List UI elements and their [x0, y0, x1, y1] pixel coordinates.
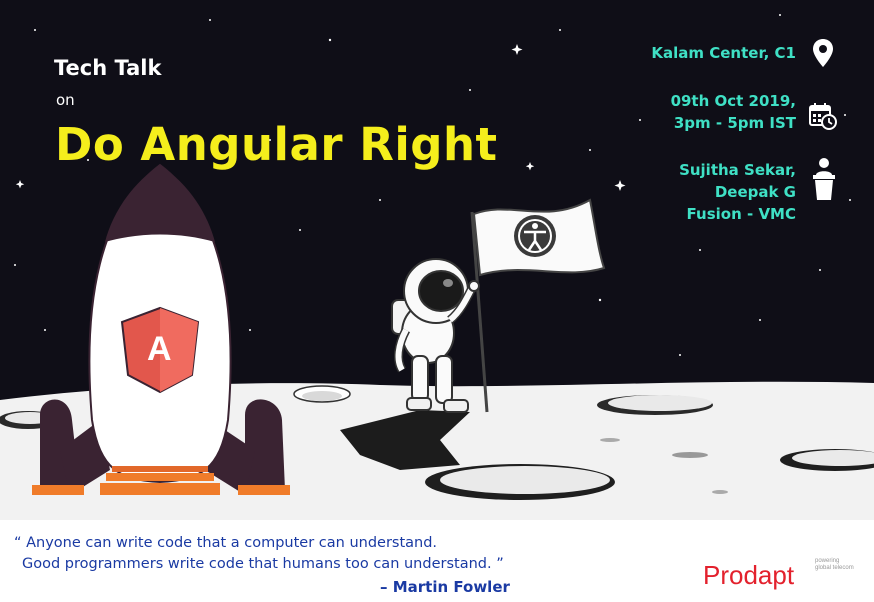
quote-author: – Martin Fowler: [380, 578, 510, 596]
event-poster: A Tech Talk on Do Angular Right Kalam Ce…: [0, 0, 874, 602]
location-pin-icon: [813, 39, 833, 67]
speaker-name: Deepak G: [714, 183, 796, 201]
brand-logo: Prodapt: [703, 560, 795, 590]
tagline-line: global telecom: [815, 565, 854, 571]
podium-speaker-icon: [813, 158, 835, 200]
event-date: 09th Oct 2019, 3pm - 5pm IST: [671, 90, 796, 134]
venue-text: Kalam Center, C1: [651, 44, 796, 62]
accessibility-icon: [514, 215, 556, 257]
calendar-clock-icon: [809, 103, 837, 130]
quote-line: “ Anyone can write code that a computer …: [14, 535, 438, 551]
date-line: 09th Oct 2019,: [670, 92, 796, 110]
brand-tagline: powering global telecom: [815, 558, 854, 572]
quote-line: Good programmers write code that humans …: [22, 556, 504, 572]
tagline-line: powering: [815, 558, 840, 564]
speakers-block: Sujitha Sekar, Deepak G Fusion - VMC: [679, 159, 796, 225]
speaker-team: Fusion - VMC: [686, 205, 796, 223]
event-connector: on: [56, 91, 75, 109]
event-label: Tech Talk: [54, 56, 162, 80]
time-line: 3pm - 5pm IST: [673, 114, 796, 132]
speaker-name: Sujitha Sekar,: [679, 161, 796, 179]
event-title: Do Angular Right: [55, 118, 498, 171]
angular-letter: A: [147, 330, 172, 368]
